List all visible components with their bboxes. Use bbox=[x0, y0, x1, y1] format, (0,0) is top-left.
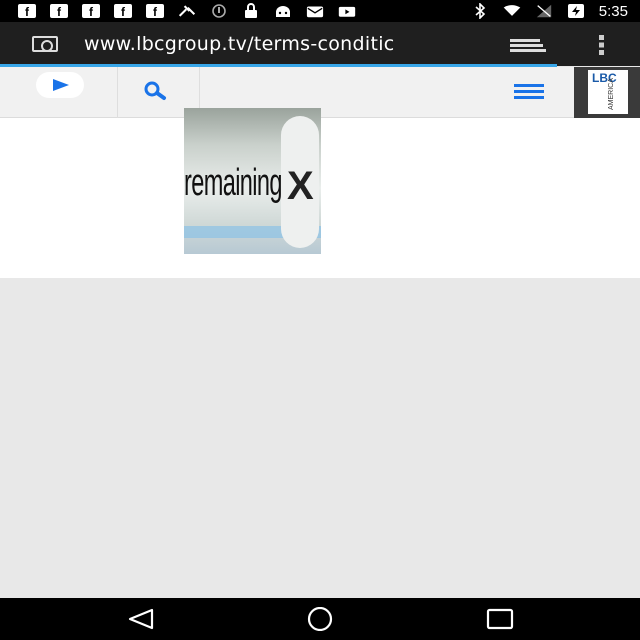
hamburger-icon bbox=[514, 84, 544, 99]
url-field[interactable]: www.lbcgroup.tv/terms-conditic bbox=[84, 33, 476, 55]
logo-subtext: AMERICA bbox=[608, 78, 615, 110]
facebook-icon: f bbox=[114, 4, 132, 18]
ad-text: remaining bbox=[184, 162, 283, 204]
signal-icon bbox=[535, 4, 553, 18]
live-play-button[interactable] bbox=[36, 72, 84, 98]
header-divider bbox=[117, 67, 118, 118]
battery-charging-icon bbox=[567, 4, 585, 18]
recents-icon bbox=[486, 608, 514, 630]
recents-button[interactable] bbox=[485, 607, 515, 631]
back-icon bbox=[128, 608, 154, 630]
facebook-icon: f bbox=[50, 4, 68, 18]
lock-icon bbox=[242, 3, 260, 18]
mail-icon bbox=[306, 4, 324, 18]
facebook-icon: f bbox=[146, 4, 164, 18]
overflow-menu-icon[interactable] bbox=[598, 34, 606, 56]
facebook-icon: f bbox=[82, 4, 100, 18]
back-button[interactable] bbox=[126, 607, 156, 631]
hamburger-menu-button[interactable] bbox=[512, 81, 546, 103]
status-time: 5:35 bbox=[598, 2, 628, 20]
ad-close-button[interactable]: X bbox=[281, 116, 319, 248]
ad-banner-image[interactable]: remaining X bbox=[184, 108, 321, 254]
close-icon: X bbox=[287, 164, 314, 208]
search-icon bbox=[144, 81, 166, 100]
wifi-icon bbox=[503, 4, 521, 18]
search-button[interactable] bbox=[140, 79, 178, 105]
system-icons: 5:35 bbox=[471, 3, 640, 20]
lbc-logo[interactable]: LBC AMERICA bbox=[574, 67, 640, 118]
page-content: remaining X bbox=[0, 108, 640, 278]
site-info-icon[interactable] bbox=[32, 36, 58, 52]
browser-toolbar: www.lbcgroup.tv/terms-conditic bbox=[0, 22, 640, 66]
android-navigation-bar bbox=[0, 598, 640, 640]
satellite-icon bbox=[178, 4, 196, 18]
logo-text: LBC bbox=[592, 71, 617, 85]
sync-icon bbox=[210, 4, 228, 18]
facebook-icon: f bbox=[18, 4, 36, 18]
home-icon bbox=[307, 606, 333, 632]
home-button[interactable] bbox=[305, 606, 335, 632]
bluetooth-icon bbox=[471, 3, 489, 19]
status-bar: f f f f f 5:35 bbox=[0, 0, 640, 22]
youtube-icon bbox=[338, 4, 356, 18]
notification-icons: f f f f f bbox=[0, 3, 356, 18]
android-icon bbox=[274, 4, 292, 18]
play-icon bbox=[53, 79, 69, 91]
tabs-switcher-icon[interactable] bbox=[510, 36, 546, 54]
